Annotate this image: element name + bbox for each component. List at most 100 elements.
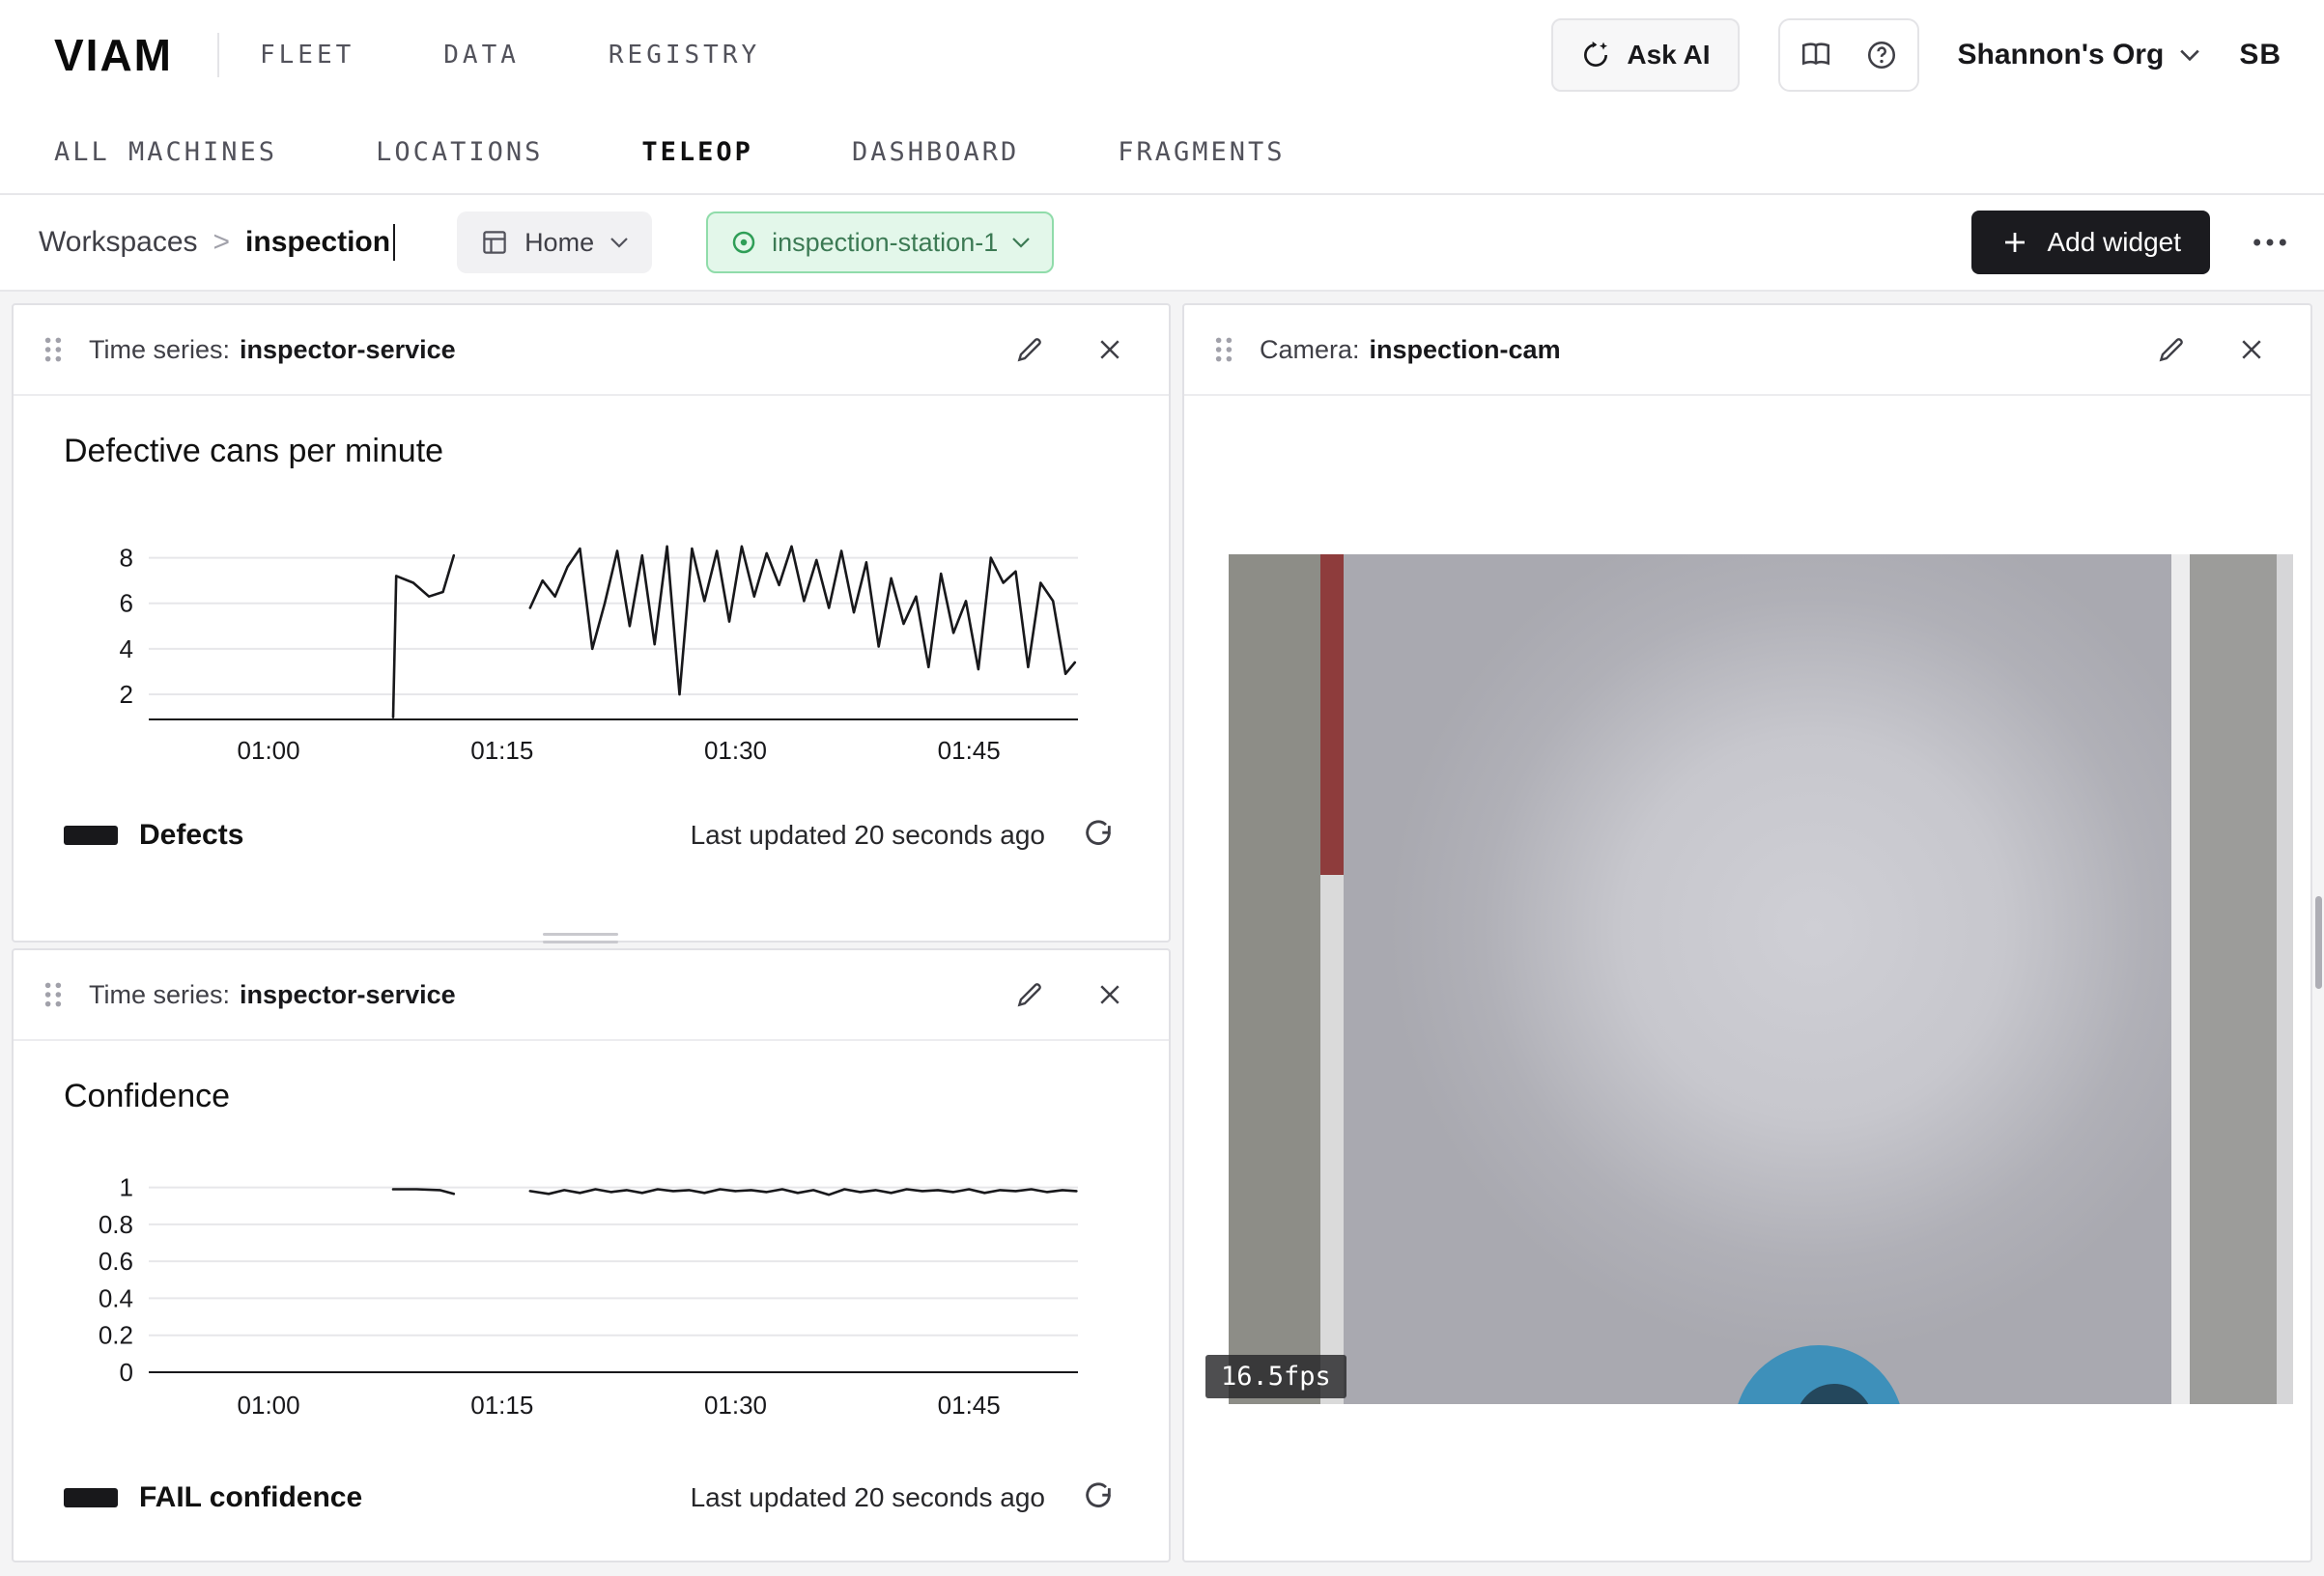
widget-body: Defective cans per minute 246801:0001:15…	[14, 396, 1169, 939]
widget-time-series-confidence: Time series:inspector-service Confidence…	[12, 948, 1171, 1562]
tab-dashboard[interactable]: DASHBOARD	[852, 137, 1019, 167]
camera-feed	[1229, 554, 2293, 1404]
drag-handle-icon[interactable]	[1213, 335, 1234, 364]
edit-widget-button[interactable]	[1014, 979, 1045, 1010]
ask-ai-label: Ask AI	[1627, 40, 1710, 70]
text-cursor	[393, 224, 395, 261]
widget-header: Time series:inspector-service	[14, 305, 1169, 396]
org-name: Shannon's Org	[1958, 39, 2165, 71]
close-widget-button[interactable]	[2237, 335, 2266, 364]
svg-text:01:15: 01:15	[470, 1391, 533, 1420]
svg-text:0: 0	[120, 1358, 133, 1387]
widget-time-series-defects: Time series:inspector-service Defective …	[12, 303, 1171, 943]
chevron-down-icon	[609, 237, 629, 248]
nav-data[interactable]: DATA	[443, 41, 520, 70]
teleop-canvas: Time series:inspector-service Defective …	[0, 292, 2324, 1574]
plus-icon	[2000, 228, 2029, 257]
org-switcher[interactable]: Shannon's Org	[1958, 39, 2201, 71]
widget-title: Camera:inspection-cam	[1260, 335, 1561, 365]
close-widget-button[interactable]	[1095, 335, 1124, 364]
legend-swatch	[64, 826, 118, 845]
tab-fragments[interactable]: FRAGMENTS	[1118, 137, 1285, 167]
can-lid-inner-ring	[1796, 1384, 1873, 1404]
tab-teleop[interactable]: TELEOP	[641, 137, 753, 167]
chart-title: Confidence	[64, 1078, 230, 1115]
workspace-name-input[interactable]: inspection	[245, 226, 390, 259]
last-updated-text: Last updated 20 seconds ago	[691, 820, 1045, 851]
scrollbar-thumb[interactable]	[2315, 896, 2322, 989]
docs-button[interactable]	[1786, 25, 1846, 85]
legend-row: Defects Last updated 20 seconds ago	[64, 819, 1115, 852]
tab-locations[interactable]: LOCATIONS	[376, 137, 543, 167]
widget-resize-handle[interactable]	[543, 933, 618, 948]
last-updated-text: Last updated 20 seconds ago	[691, 1482, 1045, 1513]
legend-swatch	[64, 1488, 118, 1507]
widget-title: Time series:inspector-service	[89, 335, 456, 365]
question-icon	[1865, 39, 1898, 71]
svg-text:01:45: 01:45	[938, 736, 1001, 765]
add-widget-label: Add widget	[2047, 227, 2181, 258]
user-avatar[interactable]: SB	[2239, 39, 2281, 71]
drag-handle-icon[interactable]	[43, 335, 64, 364]
machine-selector-label: inspection-station-1	[772, 228, 998, 258]
legend-label: FAIL confidence	[139, 1481, 362, 1514]
section-tabs: ALL MACHINES LOCATIONS TELEOP DASHBOARD …	[0, 110, 2324, 195]
primary-nav: FLEET DATA REGISTRY	[260, 41, 760, 70]
feed-right-band	[2190, 554, 2277, 1404]
refresh-button[interactable]	[1082, 819, 1115, 852]
svg-text:01:30: 01:30	[704, 736, 767, 765]
ellipsis-icon	[2251, 237, 2289, 248]
edit-widget-button[interactable]	[1014, 334, 1045, 365]
svg-text:0.8: 0.8	[99, 1210, 133, 1239]
widget-header: Camera:inspection-cam	[1184, 305, 2310, 396]
tab-all-machines[interactable]: ALL MACHINES	[54, 137, 277, 167]
feed-red-stripe	[1320, 554, 1344, 875]
viam-logo[interactable]: VIAM	[54, 29, 173, 81]
nav-fleet[interactable]: FLEET	[260, 41, 354, 70]
breadcrumb-separator: >	[213, 226, 231, 259]
workspace-selector-label: Home	[524, 228, 594, 258]
confidence-chart: 00.20.40.60.8101:0001:1501:3001:45	[54, 1165, 1126, 1436]
ask-ai-button[interactable]: Ask AI	[1551, 18, 1739, 92]
machine-selector[interactable]: inspection-station-1	[706, 211, 1054, 273]
widget-camera: Camera:inspection-cam	[1182, 303, 2312, 1562]
workspace-grid-icon	[480, 228, 509, 257]
add-widget-button[interactable]: Add widget	[1971, 211, 2210, 274]
fps-badge: 16.5fps	[1205, 1355, 1346, 1398]
svg-text:4: 4	[120, 634, 133, 663]
can-lid	[1734, 1345, 1904, 1404]
svg-text:8: 8	[120, 544, 133, 573]
feed-left-band	[1229, 554, 1320, 1404]
svg-text:2: 2	[120, 680, 133, 709]
overflow-menu-button[interactable]	[2251, 237, 2289, 248]
widget-header: Time series:inspector-service	[14, 950, 1169, 1041]
svg-text:6: 6	[120, 589, 133, 618]
header-actions: Ask AI Shannon's Org SB	[1551, 18, 2281, 92]
help-button[interactable]	[1852, 25, 1912, 85]
edit-widget-button[interactable]	[2156, 334, 2187, 365]
svg-text:0.6: 0.6	[99, 1247, 133, 1276]
close-widget-button[interactable]	[1095, 980, 1124, 1009]
breadcrumb-workspaces[interactable]: Workspaces	[39, 226, 198, 259]
header-divider	[217, 33, 219, 77]
help-group	[1778, 18, 1919, 92]
svg-text:0.2: 0.2	[99, 1321, 133, 1350]
chevron-down-icon	[1011, 237, 1031, 248]
workspace-selector[interactable]: Home	[457, 211, 652, 273]
widget-title: Time series:inspector-service	[89, 980, 456, 1010]
legend-row: FAIL confidence Last updated 20 seconds …	[64, 1481, 1115, 1514]
ask-ai-icon	[1580, 40, 1611, 70]
widget-body: Confidence 00.20.40.60.8101:0001:1501:30…	[14, 1041, 1169, 1559]
chevron-down-icon	[2179, 48, 2200, 62]
svg-text:01:45: 01:45	[938, 1391, 1001, 1420]
book-icon	[1800, 39, 1832, 71]
refresh-button[interactable]	[1082, 1481, 1115, 1514]
legend-label: Defects	[139, 819, 243, 852]
drag-handle-icon[interactable]	[43, 980, 64, 1009]
camera-body: 16.5fps	[1184, 396, 2310, 1559]
svg-text:01:30: 01:30	[704, 1391, 767, 1420]
svg-text:0.4: 0.4	[99, 1283, 133, 1312]
svg-text:01:15: 01:15	[470, 736, 533, 765]
nav-registry[interactable]: REGISTRY	[609, 41, 760, 70]
feed-right-stripe	[2171, 554, 2190, 1404]
